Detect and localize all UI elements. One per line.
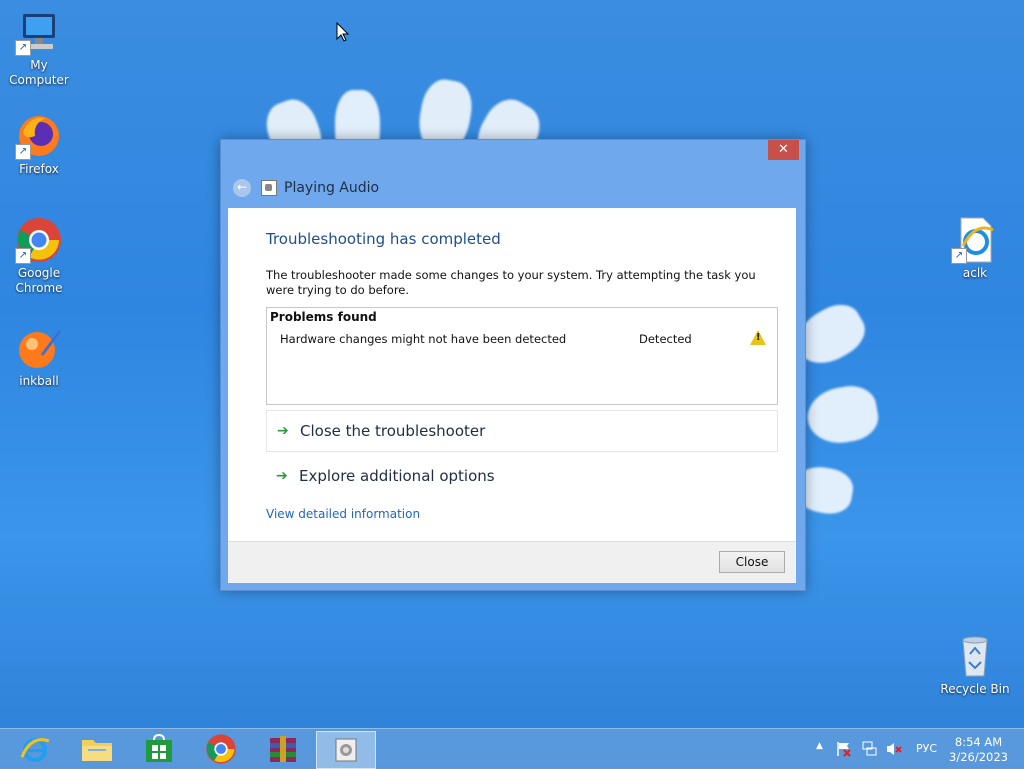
taskbar-winrar[interactable] bbox=[254, 731, 312, 767]
inkball-icon bbox=[15, 324, 63, 372]
network-icon[interactable] bbox=[862, 741, 878, 757]
store-icon bbox=[146, 734, 172, 762]
chrome-icon: ↗ bbox=[15, 216, 63, 264]
action-center-flag-icon[interactable] bbox=[836, 741, 852, 757]
troubleshooter-icon bbox=[261, 180, 277, 196]
internet-explorer-file-icon: ↗ bbox=[951, 216, 999, 264]
desktop-icon-firefox[interactable]: ↗ Firefox bbox=[0, 112, 78, 177]
description-text: The troubleshooter made some changes to … bbox=[266, 268, 756, 297]
taskbar-troubleshooter[interactable] bbox=[316, 731, 376, 769]
taskbar-internet-explorer[interactable] bbox=[6, 731, 64, 767]
taskbar-store[interactable] bbox=[130, 731, 188, 767]
window-close-button[interactable]: ✕ bbox=[768, 140, 799, 160]
view-detailed-information-link[interactable]: View detailed information bbox=[266, 507, 420, 521]
troubleshooter-dialog: ✕ ← Playing Audio Troubleshooting has co… bbox=[220, 139, 806, 591]
dialog-title: Playing Audio bbox=[284, 180, 380, 196]
desktop-icon-label: My Computer bbox=[9, 58, 69, 87]
chrome-icon bbox=[206, 734, 236, 764]
taskbar: ▲ РУС 8:54 AM 3/26/2023 bbox=[0, 728, 1024, 769]
clock-date: 3/26/2023 bbox=[949, 750, 1008, 764]
option-label: Close the troubleshooter bbox=[300, 422, 486, 440]
desktop-icon-label: inkball bbox=[19, 374, 59, 388]
shortcut-arrow-icon: ↗ bbox=[951, 248, 967, 264]
shortcut-arrow-icon: ↗ bbox=[15, 40, 31, 56]
shortcut-arrow-icon: ↗ bbox=[15, 248, 31, 264]
desktop-icon-label: Google Chrome bbox=[15, 266, 63, 295]
green-arrow-icon: ➔ bbox=[277, 423, 289, 439]
explore-options-option[interactable]: ➔ Explore additional options bbox=[266, 456, 776, 496]
winrar-icon bbox=[270, 736, 296, 762]
close-button[interactable]: Close bbox=[719, 551, 785, 573]
mouse-cursor-icon bbox=[336, 22, 350, 42]
green-arrow-icon: ➔ bbox=[276, 468, 288, 484]
dialog-footer: Close bbox=[228, 541, 796, 583]
recycle-bin-icon bbox=[951, 632, 999, 680]
speaker-muted-icon[interactable] bbox=[886, 741, 902, 757]
desktop-icon-label: aclk bbox=[962, 266, 988, 280]
back-arrow-icon[interactable]: ← bbox=[233, 179, 251, 197]
desktop-icon-my-computer[interactable]: ↗ My Computer bbox=[0, 8, 78, 88]
page-heading: Troubleshooting has completed bbox=[266, 230, 501, 248]
dialog-header: ← Playing Audio bbox=[233, 178, 379, 198]
desktop-icon-inkball[interactable]: inkball bbox=[0, 324, 78, 389]
problem-row[interactable]: Hardware changes might not have been det… bbox=[280, 330, 770, 348]
folder-icon bbox=[82, 740, 112, 761]
problems-header: Problems found bbox=[270, 310, 377, 324]
desktop-icon-label: Recycle Bin bbox=[940, 682, 1010, 696]
clock[interactable]: 8:54 AM 3/26/2023 bbox=[949, 735, 1008, 765]
internet-explorer-icon bbox=[20, 738, 50, 762]
warning-icon: ! bbox=[750, 330, 766, 345]
desktop-icon-aclk[interactable]: ↗ aclk bbox=[936, 216, 1014, 281]
dialog-content: Troubleshooting has completed The troubl… bbox=[228, 208, 796, 541]
option-label: Explore additional options bbox=[299, 467, 495, 485]
show-hidden-icons-chevron-icon[interactable]: ▲ bbox=[816, 741, 823, 751]
clock-time: 8:54 AM bbox=[954, 735, 1003, 749]
problem-status: Detected bbox=[639, 332, 692, 346]
taskbar-chrome[interactable] bbox=[192, 731, 250, 767]
computer-icon: ↗ bbox=[15, 8, 63, 56]
taskbar-file-explorer[interactable] bbox=[68, 731, 126, 767]
shortcut-arrow-icon: ↗ bbox=[15, 144, 31, 160]
problem-name: Hardware changes might not have been det… bbox=[280, 332, 567, 346]
close-troubleshooter-option[interactable]: ➔ Close the troubleshooter bbox=[266, 410, 778, 452]
language-indicator[interactable]: РУС bbox=[916, 742, 937, 755]
firefox-icon: ↗ bbox=[15, 112, 63, 160]
desktop-icon-chrome[interactable]: ↗ Google Chrome bbox=[0, 216, 78, 296]
troubleshooter-icon bbox=[335, 738, 357, 762]
desktop-icon-label: Firefox bbox=[19, 162, 59, 176]
problems-found-panel: Problems found Hardware changes might no… bbox=[266, 307, 778, 405]
desktop-icon-recycle-bin[interactable]: Recycle Bin bbox=[936, 632, 1014, 697]
